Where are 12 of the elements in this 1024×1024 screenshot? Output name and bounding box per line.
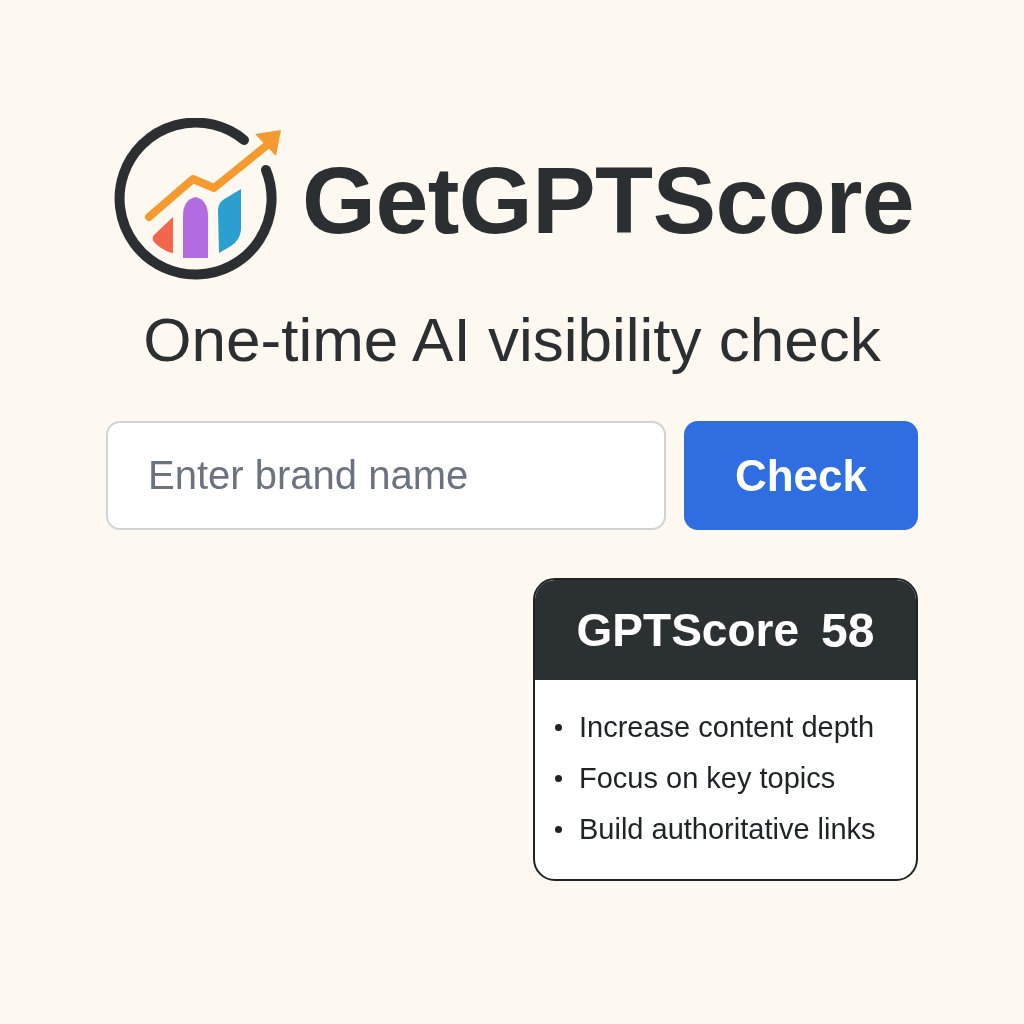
tip-text: Increase content depth: [579, 711, 875, 745]
bullet-icon: [555, 724, 562, 732]
brand-name: GetGPTScore: [302, 148, 915, 253]
bullet-icon: [555, 775, 562, 783]
brand-name-input-field[interactable]: Enter brand name: [106, 421, 666, 531]
score-value: 58: [821, 602, 875, 658]
score-label: GPTScore: [576, 603, 799, 658]
bullet-icon: [555, 826, 562, 834]
tip-text: Build authoritative links: [579, 813, 876, 847]
tagline: One-time AI visibility check: [142, 304, 882, 376]
tip-text: Focus on key topics: [579, 762, 836, 796]
check-button[interactable]: Check: [684, 421, 918, 531]
